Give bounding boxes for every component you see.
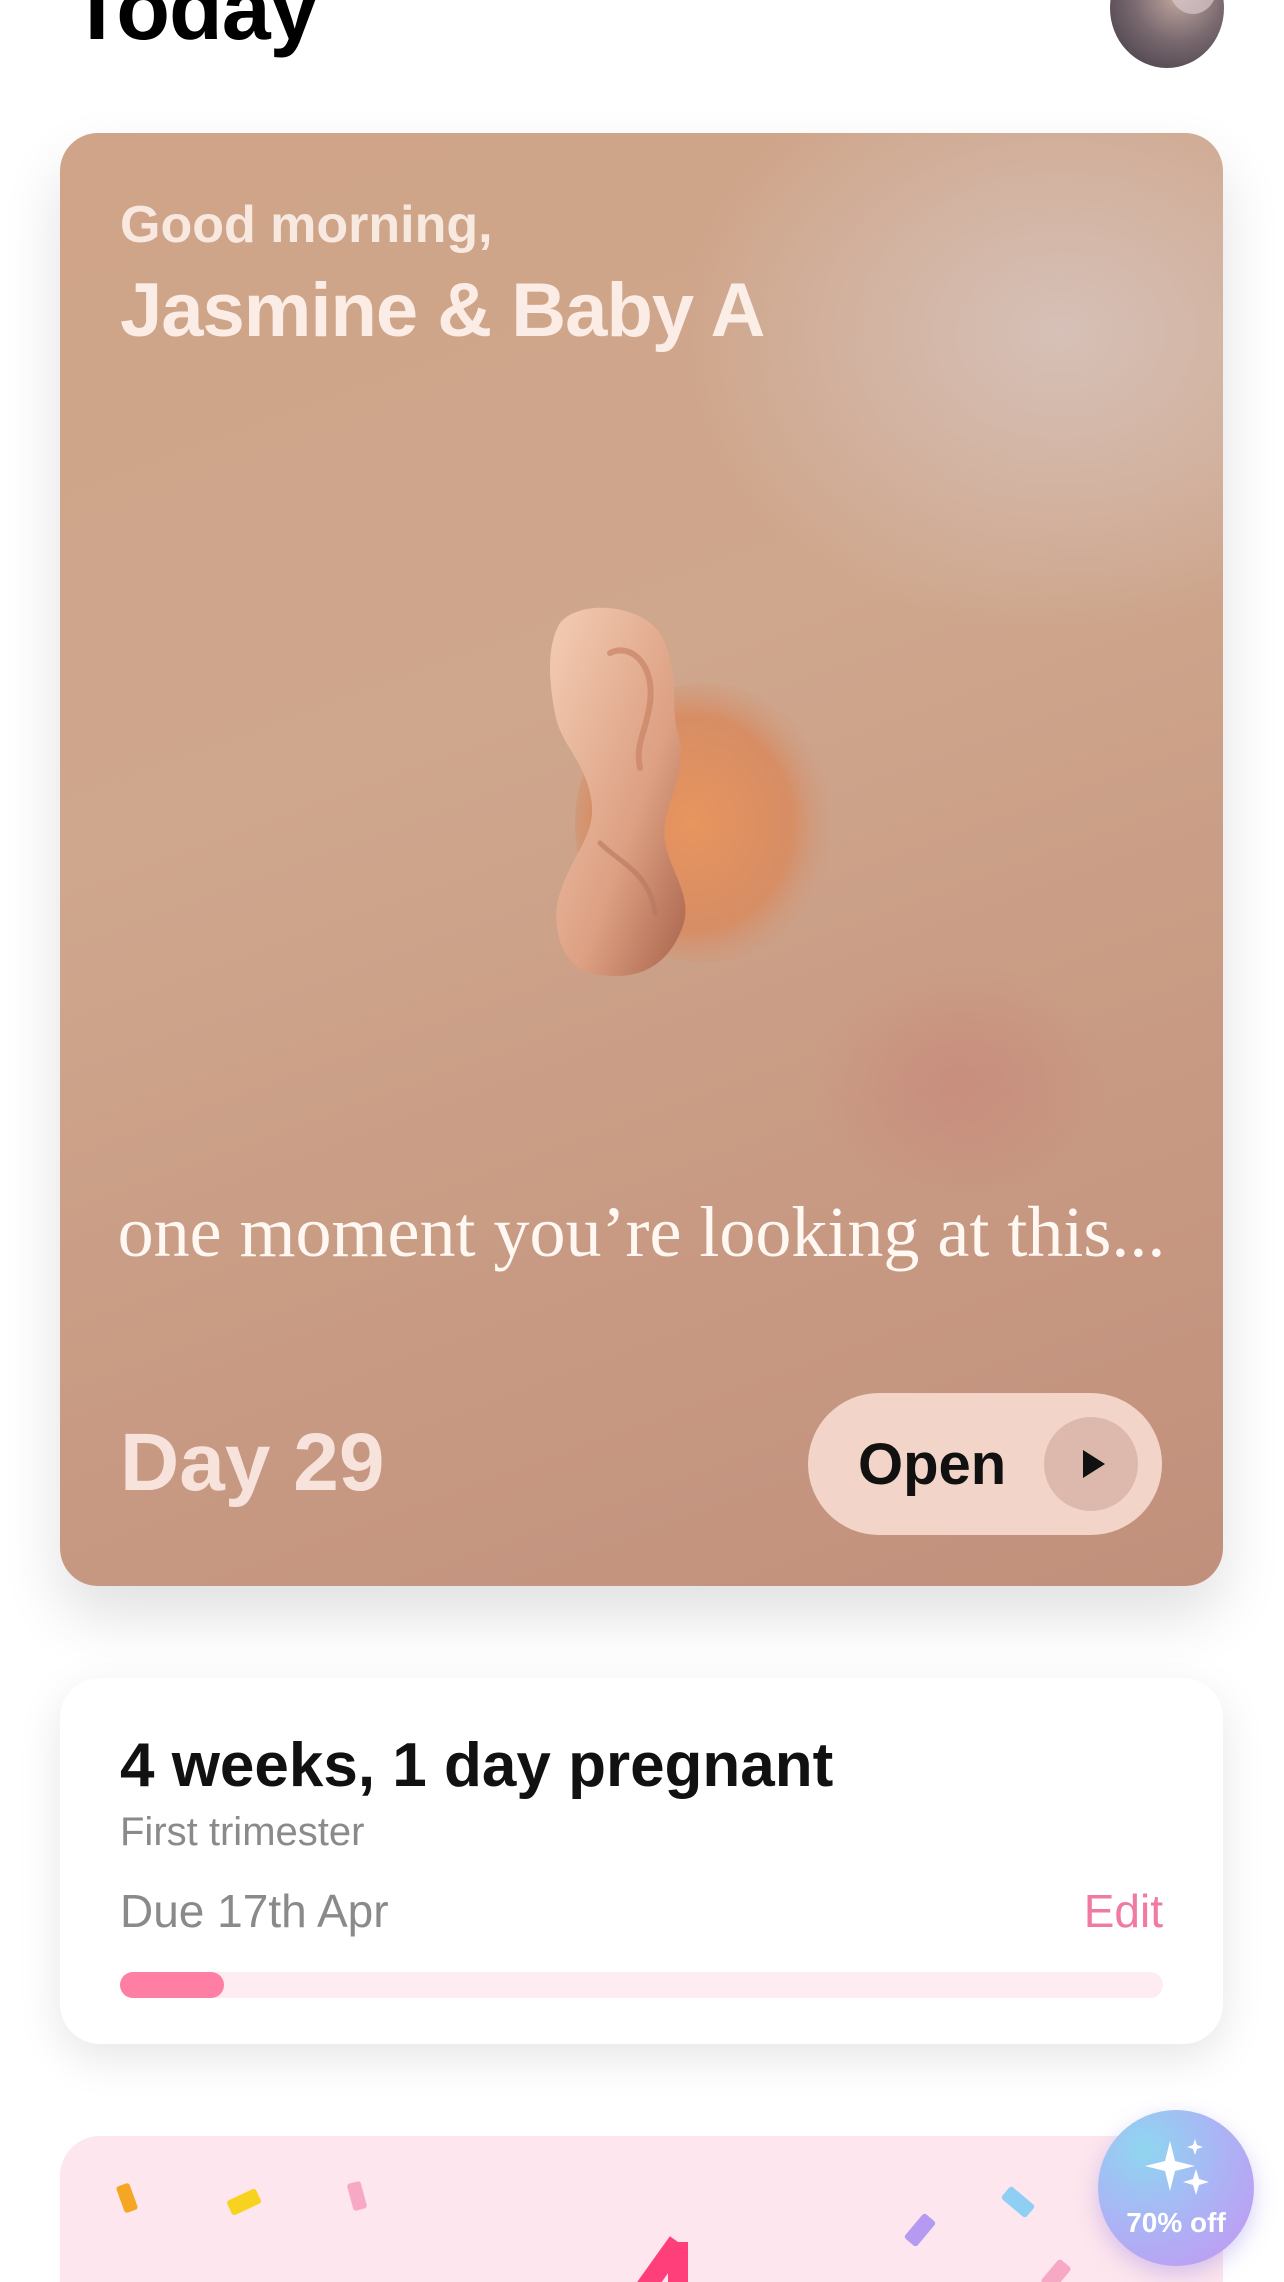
pregnancy-progress-bar — [120, 1972, 1163, 1998]
hero-quote: one moment you’re looking at this... — [117, 1192, 1166, 1272]
open-button[interactable]: Open — [808, 1393, 1162, 1535]
confetti-piece — [1000, 2185, 1036, 2219]
confetti-piece — [226, 2187, 262, 2217]
due-date: Due 17th Apr — [120, 1885, 389, 1937]
day-counter: Day 29 — [120, 1417, 385, 1508]
pregnancy-progress-fill — [120, 1972, 225, 1998]
edit-due-date-button[interactable]: Edit — [1084, 1884, 1163, 1938]
trimester-label: First trimester — [120, 1810, 365, 1854]
play-icon — [1044, 1417, 1138, 1511]
avatar[interactable] — [1110, 0, 1224, 68]
pregnancy-progress-card[interactable]: 4 weeks, 1 day pregnant First trimester … — [60, 1678, 1223, 2044]
sparkles-icon — [1145, 2139, 1209, 2195]
confetti-piece — [903, 2212, 937, 2248]
promo-number-graphic — [637, 2236, 688, 2282]
page-title: Today — [70, 0, 319, 58]
user-name: Jasmine & Baby A — [120, 268, 765, 353]
discount-badge-label: 70% off — [1126, 2207, 1226, 2238]
greeting-text: Good morning, — [120, 196, 493, 254]
pregnancy-week-title: 4 weeks, 1 day pregnant — [120, 1731, 834, 1800]
confetti-piece — [1040, 2258, 1072, 2282]
confetti-piece — [115, 2182, 139, 2214]
embryo-illustration — [550, 607, 835, 977]
open-button-label: Open — [858, 1431, 1007, 1497]
discount-badge-button[interactable]: 70% off — [1098, 2110, 1254, 2266]
promo-card[interactable] — [60, 2136, 1223, 2282]
daily-hero-card[interactable]: Good morning, Jasmine & Baby A one momen… — [60, 133, 1223, 1586]
avatar-photo — [1168, 0, 1218, 14]
confetti-piece — [346, 2180, 368, 2212]
